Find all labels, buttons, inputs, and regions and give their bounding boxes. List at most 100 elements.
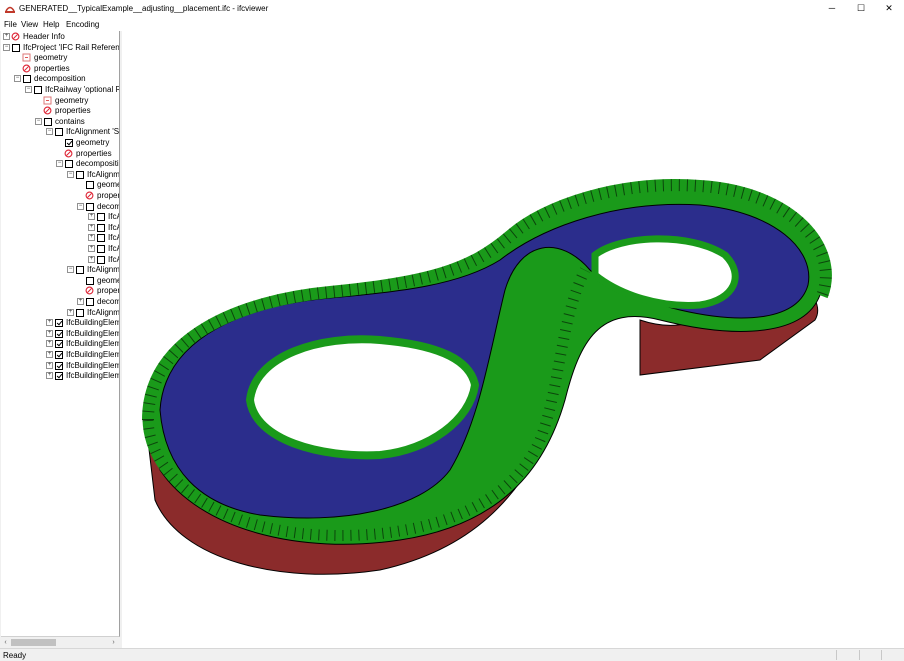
visibility-checkbox[interactable] [76,170,84,179]
visibility-checkbox[interactable] [97,255,105,264]
visibility-checkbox[interactable] [86,181,94,190]
expand-icon[interactable]: + [46,361,53,369]
visibility-checkbox[interactable] [55,372,63,381]
visibility-checkbox[interactable] [76,308,84,317]
close-button[interactable]: ✕ [874,0,904,17]
maximize-button[interactable]: ☐ [846,0,876,17]
model-tree[interactable]: + Header Info − IfcProject 'IFC Rail Refere… [1,31,120,637]
tree-node-label: geometry [76,138,110,147]
visibility-checkbox[interactable] [97,223,105,232]
status-pane [859,650,882,660]
visibility-checkbox[interactable] [55,351,63,359]
tree-node-label: geome [97,180,120,190]
collapse-icon[interactable]: − [46,128,53,136]
visibility-checkbox[interactable] [34,86,42,94]
tree-node-label: IfcBuildingEleme [66,328,120,338]
collapse-icon[interactable]: − [35,117,42,125]
properties-icon [64,149,73,158]
tree-node-label: IfcA [108,212,119,222]
properties-icon [85,191,94,200]
properties-icon [11,32,20,41]
expand-icon[interactable]: + [67,308,74,316]
status-text: Ready [3,651,27,660]
expand-icon[interactable]: + [46,351,53,358]
tree-node-label: proper [97,191,120,200]
expand-icon[interactable]: + [46,340,53,348]
expand-icon[interactable]: + [77,298,84,305]
tree-node-label: IfcA [108,233,119,243]
expand-icon[interactable]: + [46,329,53,337]
tree-node-label: IfcA [108,254,119,264]
expand-icon[interactable]: + [88,223,95,231]
menu-bar: File View Help Encoding [0,17,904,31]
tree-node-label: IfcBuildingEleme [66,339,120,349]
scroll-right-arrow-icon[interactable]: › [109,637,118,648]
tree-node-label: decom [97,201,120,211]
visibility-checkbox[interactable] [86,298,94,306]
scroll-thumb[interactable] [11,639,56,646]
collapse-icon[interactable]: − [3,43,10,51]
tree-node-label: IfcA [108,222,119,232]
collapse-icon[interactable]: − [25,86,32,93]
tree-node-label: decom [97,297,120,306]
collapse-icon[interactable]: − [14,75,21,83]
menu-encoding[interactable]: Encoding [66,20,99,29]
expand-icon[interactable]: + [88,255,95,263]
tree-node-label: geome [97,275,120,285]
tree-node-label: properties [34,63,70,73]
status-pane [881,650,904,660]
tree-node-label: IfcAlignme [87,265,120,275]
visibility-checkbox[interactable] [86,202,94,211]
menu-help[interactable]: Help [43,20,59,29]
tree-node-label: properties [76,148,112,158]
tree-node-label: proper [97,286,120,296]
visibility-checkbox[interactable] [44,117,52,126]
visibility-checkbox[interactable] [55,128,63,137]
visibility-checkbox[interactable] [55,361,63,370]
properties-icon [43,106,52,115]
geometry-icon [22,53,31,62]
collapse-icon[interactable]: − [56,160,63,168]
visibility-checkbox[interactable] [97,213,105,222]
tree-node-label: properties [55,106,91,116]
tree-node-label: IfcAlignme [87,169,120,179]
visibility-checkbox[interactable] [12,43,20,52]
expand-icon[interactable]: + [88,213,95,221]
visibility-checkbox[interactable] [23,75,31,84]
app-icon [5,6,15,13]
3d-viewport[interactable] [122,31,904,648]
visibility-checkbox[interactable] [86,276,94,285]
expand-icon[interactable]: + [88,234,95,242]
visibility-checkbox[interactable] [65,139,73,147]
expand-icon[interactable]: + [88,245,95,252]
tree-node-label: decompositic [76,159,120,169]
visibility-checkbox[interactable] [55,340,63,349]
visibility-checkbox[interactable] [65,160,73,169]
scroll-left-arrow-icon[interactable]: ‹ [1,637,10,648]
expand-icon[interactable]: + [46,319,53,327]
status-bar: Ready [0,648,904,661]
geometry-icon [43,96,52,105]
visibility-checkbox[interactable] [97,245,105,253]
collapse-icon[interactable]: − [77,202,84,210]
tree-horizontal-scrollbar[interactable]: ‹ › [1,637,119,648]
visibility-checkbox[interactable] [55,319,63,328]
menu-file[interactable]: File [4,20,17,29]
visibility-checkbox[interactable] [76,266,84,275]
menu-view[interactable]: View [21,20,38,29]
tree-node-label: IfcBuildingEleme [66,360,120,370]
visibility-checkbox[interactable] [55,329,63,338]
properties-icon [85,286,94,295]
minimize-button[interactable]: ─ [817,0,847,17]
tree-node-label: IfcBuildingEleme [66,350,120,359]
properties-icon [22,64,31,73]
visibility-checkbox[interactable] [97,234,105,243]
tree-node-label: IfcAlignment 'Sp [66,127,120,137]
collapse-icon[interactable]: − [67,170,74,178]
tree-node-label: geometry [34,53,68,63]
expand-icon[interactable]: + [3,33,10,40]
collapse-icon[interactable]: − [67,266,74,274]
track-model-render [142,179,832,575]
tree-node-label: decomposition [34,74,86,84]
expand-icon[interactable]: + [46,372,53,380]
